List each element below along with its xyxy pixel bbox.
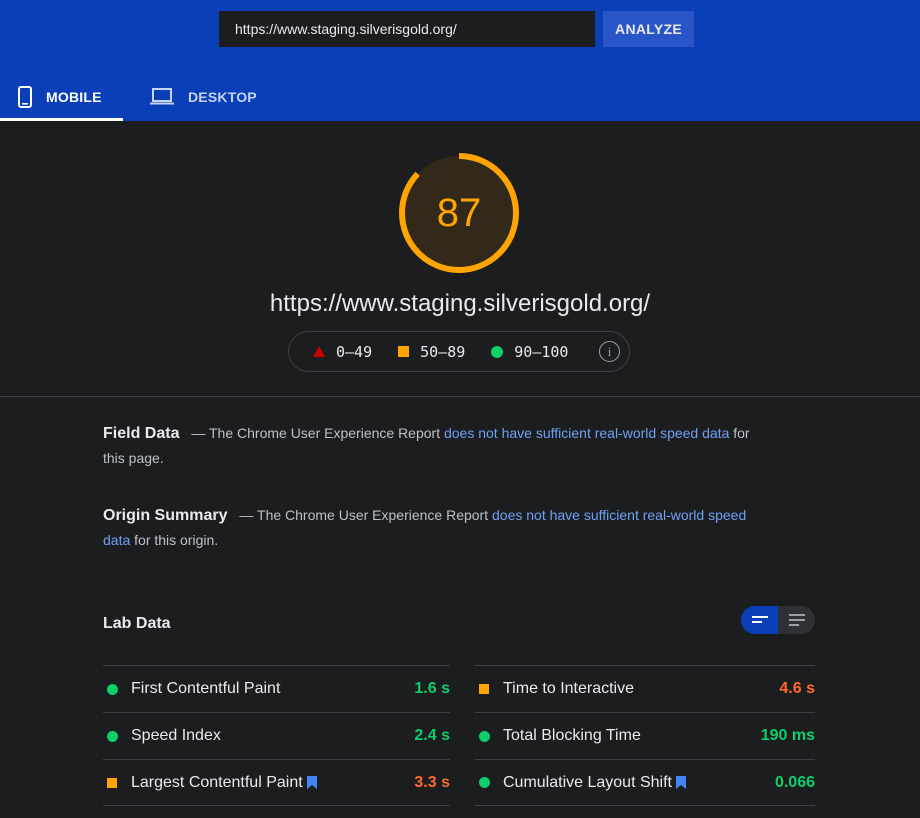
metric-value: 190 ms bbox=[760, 727, 815, 744]
bookmark-icon bbox=[675, 776, 686, 789]
field-data-title: Field Data bbox=[103, 425, 180, 442]
lab-data-title: Lab Data bbox=[103, 615, 171, 632]
origin-summary-text: — The Chrome User Experience Report bbox=[239, 507, 492, 523]
tab-desktop-label: DESKTOP bbox=[188, 88, 257, 105]
lab-metrics-left: First Contentful Paint 1.6 s Speed Index… bbox=[103, 665, 450, 806]
metric-time-to-interactive: Time to Interactive 4.6 s bbox=[475, 665, 815, 712]
square-icon bbox=[398, 346, 410, 357]
active-tab-indicator bbox=[0, 118, 123, 121]
metric-value: 0.066 bbox=[774, 773, 815, 791]
header-bar: ANALYZE MOBILE DESKTOP bbox=[0, 0, 920, 121]
tab-mobile-label: MOBILE bbox=[46, 88, 102, 105]
analyzed-url: https://www.staging.silverisgold.org/ bbox=[269, 290, 651, 317]
origin-summary-section: Origin Summary — The Chrome User Experie… bbox=[103, 503, 753, 553]
url-input[interactable] bbox=[219, 11, 595, 47]
legend-item-poor: 0–49 bbox=[313, 343, 372, 361]
metric-cumulative-layout-shift: Cumulative Layout Shift 0.066 bbox=[475, 759, 815, 806]
field-data-link[interactable]: does not have sufficient real-world spee… bbox=[444, 425, 729, 441]
metric-total-blocking-time: Total Blocking Time 190 ms bbox=[475, 712, 815, 759]
legend-item-average: 50–89 bbox=[398, 343, 465, 361]
bookmark-icon bbox=[306, 776, 317, 789]
circle-icon bbox=[491, 345, 504, 358]
good-circle-icon bbox=[475, 730, 503, 742]
lab-metrics-right: Time to Interactive 4.6 s Total Blocking… bbox=[475, 665, 815, 806]
metric-value: 1.6 s bbox=[414, 680, 450, 697]
origin-summary-title: Origin Summary bbox=[103, 507, 228, 524]
field-data-section: Field Data — The Chrome User Experience … bbox=[103, 421, 753, 471]
average-square-icon bbox=[475, 684, 503, 694]
average-square-icon bbox=[103, 777, 131, 788]
metric-largest-contentful-paint: Largest Contentful Paint 3.3 s bbox=[103, 759, 450, 806]
section-divider bbox=[0, 396, 920, 397]
view-toggle[interactable] bbox=[741, 606, 815, 634]
compact-view-icon[interactable] bbox=[741, 606, 778, 634]
metric-speed-index: Speed Index 2.4 s bbox=[103, 712, 450, 759]
good-circle-icon bbox=[475, 777, 503, 788]
performance-score: 87 bbox=[436, 190, 482, 235]
metric-first-contentful-paint: First Contentful Paint 1.6 s bbox=[103, 665, 450, 712]
legend-item-good: 90–100 bbox=[491, 343, 568, 361]
good-circle-icon bbox=[103, 683, 131, 695]
info-icon[interactable]: i bbox=[599, 341, 620, 362]
field-data-text: — The Chrome User Experience Report bbox=[191, 425, 444, 441]
origin-summary-text-end: for this origin. bbox=[130, 532, 219, 548]
expanded-view-icon[interactable] bbox=[778, 606, 815, 634]
laptop-icon bbox=[150, 88, 174, 105]
tab-mobile[interactable]: MOBILE bbox=[0, 72, 123, 121]
smartphone-icon bbox=[18, 85, 32, 108]
metric-value: 3.3 s bbox=[414, 773, 450, 791]
metric-value: 4.6 s bbox=[779, 680, 815, 697]
triangle-icon bbox=[313, 346, 325, 357]
score-legend: 0–49 50–89 90–100 i bbox=[288, 331, 630, 372]
good-circle-icon bbox=[103, 730, 131, 742]
metric-value: 2.4 s bbox=[414, 727, 450, 744]
analyze-button[interactable]: ANALYZE bbox=[603, 11, 694, 47]
tab-desktop[interactable]: DESKTOP bbox=[150, 72, 270, 121]
